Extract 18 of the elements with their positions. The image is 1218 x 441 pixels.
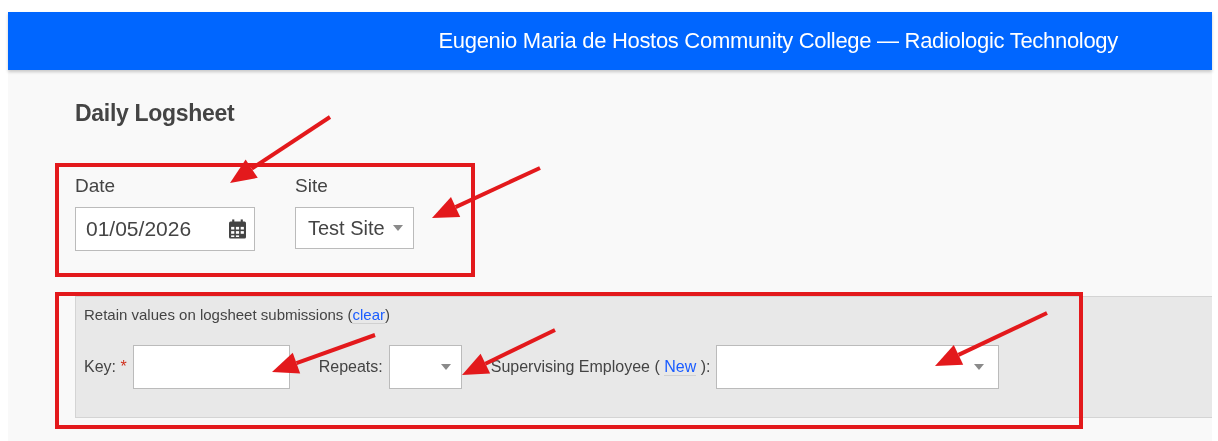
date-field[interactable]: 01/05/2026 <box>75 207 255 251</box>
caret-icon <box>392 225 403 231</box>
site-dropdown[interactable]: Test Site <box>295 207 414 249</box>
page-title: Daily Logsheet <box>75 100 236 127</box>
new-link[interactable]: New <box>664 358 697 376</box>
repeats-label: Repeats: <box>318 358 383 376</box>
key-label: Key: * <box>84 358 127 376</box>
field-label: Site <box>295 175 329 197</box>
supervisor-dropdown[interactable] <box>716 345 1000 389</box>
retain-text: Retain values on logsheet submissions (clear) <box>84 306 391 323</box>
field-label: Date <box>75 175 117 197</box>
site-title: Eugenio Maria de Hostos Community College — Radiologic Technology <box>438 28 1118 54</box>
calendar-icon[interactable] <box>229 219 246 239</box>
clear-link[interactable]: clear <box>352 306 385 324</box>
supervisor-label: Supervising Employee ( New ): <box>490 358 711 376</box>
caret-icon <box>974 364 985 370</box>
key-field[interactable] <box>132 345 290 389</box>
caret-icon <box>440 364 451 370</box>
